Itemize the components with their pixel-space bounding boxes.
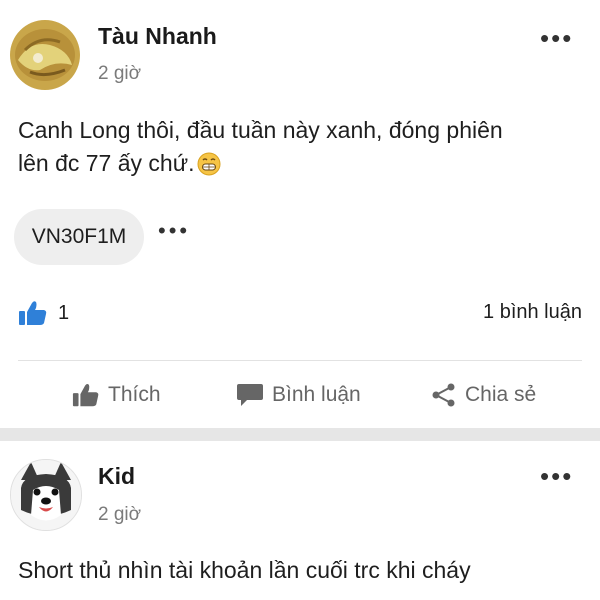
- share-icon: [432, 383, 455, 407]
- post-time: 2 giờ: [98, 63, 142, 84]
- tag-more-button[interactable]: •••: [158, 220, 190, 242]
- more-options-button[interactable]: •••: [540, 463, 573, 489]
- more-options-button[interactable]: •••: [540, 25, 573, 51]
- comment-bubble-icon: [237, 384, 263, 406]
- post-content: Canh Long thôi, đầu tuần này xanh, đóng …: [18, 114, 503, 180]
- author-name[interactable]: Tàu Nhanh: [98, 23, 217, 50]
- post-card: Kid 2 giờ ••• Short thủ nhìn tài khoản l…: [0, 441, 600, 600]
- comment-button[interactable]: Bình luận: [236, 382, 361, 408]
- post-content-line: Short thủ nhìn tài khoản lần cuối trc kh…: [18, 557, 471, 583]
- author-avatar[interactable]: [10, 20, 80, 90]
- comment-label: Bình luận: [272, 383, 361, 406]
- grin-emoji-icon: [197, 152, 221, 176]
- comment-count[interactable]: 1 bình luận: [483, 301, 582, 324]
- post-card: Tàu Nhanh 2 giờ ••• Canh Long thôi, đầu …: [0, 0, 600, 418]
- like-label: Thích: [108, 383, 161, 406]
- post-content-line-with-emoji: lên đc 77 ấy chứ.: [18, 147, 503, 180]
- post-content-line: lên đc 77 ấy chứ.: [18, 150, 195, 176]
- like-button[interactable]: Thích: [72, 382, 161, 408]
- stock-tag-chip[interactable]: VN30F1M: [14, 209, 144, 265]
- post-separator: [0, 428, 600, 441]
- reaction-summary[interactable]: 1: [18, 300, 69, 326]
- thumbs-up-icon: [18, 300, 48, 326]
- share-button[interactable]: Chia sẻ: [431, 382, 536, 408]
- author-avatar[interactable]: [10, 459, 82, 531]
- post-time: 2 giờ: [98, 504, 142, 525]
- post-content-line: Canh Long thôi, đầu tuần này xanh, đóng …: [18, 117, 503, 143]
- divider: [18, 360, 582, 361]
- thumbs-up-icon: [72, 383, 99, 407]
- post-content: Short thủ nhìn tài khoản lần cuối trc kh…: [18, 554, 471, 587]
- share-label: Chia sẻ: [465, 383, 537, 406]
- author-name[interactable]: Kid: [98, 463, 135, 490]
- like-count: 1: [58, 301, 70, 324]
